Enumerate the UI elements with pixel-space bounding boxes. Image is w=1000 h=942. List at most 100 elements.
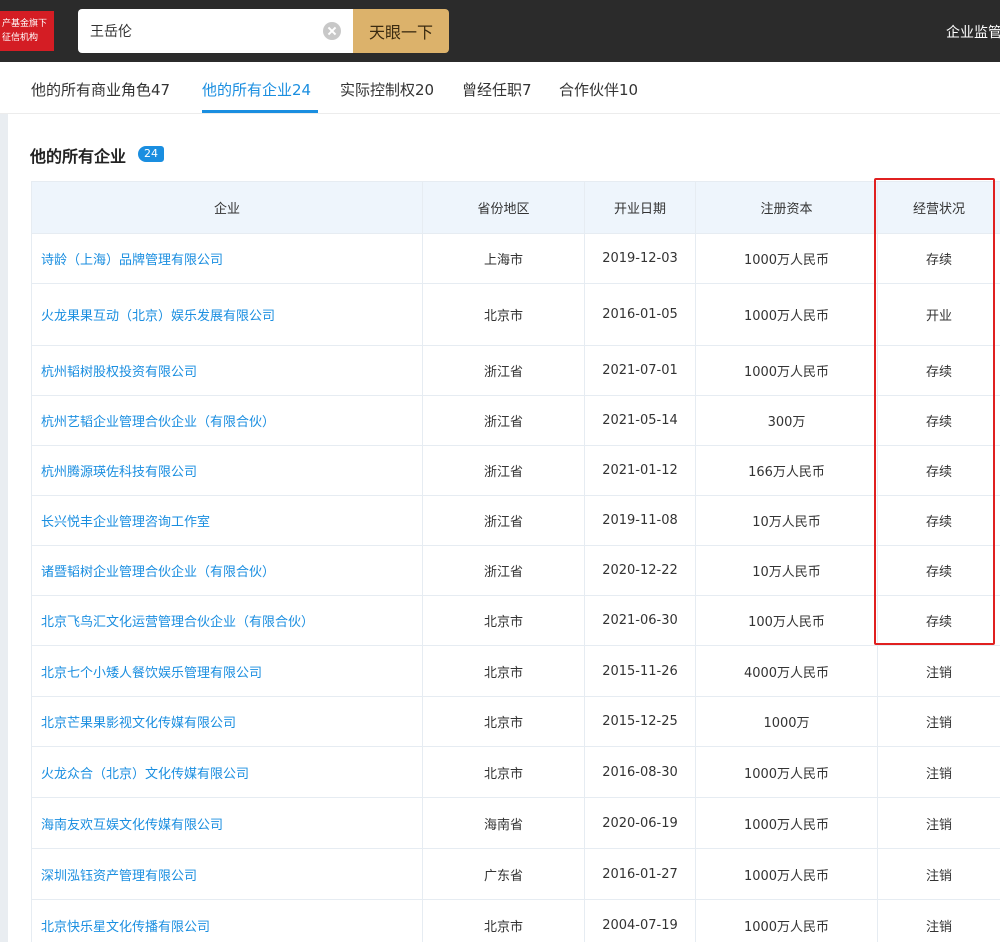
company-link[interactable]: 诗龄（上海）品牌管理有限公司 <box>31 233 423 284</box>
status-cell: 注销 <box>877 645 1000 697</box>
capital-cell: 1000万人民币 <box>695 899 878 942</box>
company-link[interactable]: 长兴悦丰企业管理咨询工作室 <box>31 495 423 546</box>
status-cell: 注销 <box>877 848 1000 900</box>
open-date-cell: 2021-01-12 <box>584 445 696 496</box>
table-row: 火龙果果互动（北京）娱乐发展有限公司 北京市 2016-01-05 1000万人民币开… <box>31 283 1000 346</box>
open-date-cell: 2015-12-25 <box>584 696 696 747</box>
table-row: 杭州韬树股权投资有限公司 浙江省 2021-07-01 1000万人民币 存续 <box>31 345 1000 396</box>
open-date-cell: 2015-11-26 <box>584 645 696 697</box>
search-box <box>78 9 353 53</box>
companies-table: 企业 省份地区 开业日期 注册资本 经营状况 诗龄（上海）品牌管理有限公司 上海市… <box>31 181 1000 942</box>
region-cell: 北京市 <box>422 645 585 697</box>
company-link[interactable]: 杭州艺韬企业管理合伙企业（有限合伙） <box>31 395 423 446</box>
open-date-cell: 2019-12-03 <box>584 233 696 284</box>
company-link[interactable]: 海南友欢互娱文化传媒有限公司 <box>31 797 423 849</box>
tab-bar: 他的所有商业角色47 他的所有企业24 实际控制权20 曾经任职7 合作伙伴10 <box>0 62 1000 114</box>
tab-all-companies[interactable]: 他的所有企业24 <box>202 79 311 100</box>
capital-cell: 1000万人民币 <box>695 233 878 284</box>
tab-partners[interactable]: 合作伙伴10 <box>559 79 638 100</box>
companies-table-wrap: 企业 省份地区 开业日期 注册资本 经营状况 诗龄（上海）品牌管理有限公司 上海市… <box>31 181 1000 942</box>
company-link[interactable]: 北京芒果果影视文化传媒有限公司 <box>31 696 423 747</box>
search-input[interactable] <box>78 9 308 53</box>
region-cell: 北京市 <box>422 696 585 747</box>
capital-cell: 1000万人民币 <box>695 345 878 396</box>
status-cell: 开业 <box>877 283 1000 346</box>
table-row: 诗龄（上海）品牌管理有限公司 上海市 2019-12-03 1000万人民币 存续 <box>31 233 1000 284</box>
tab-former-positions[interactable]: 曾经任职7 <box>462 79 532 100</box>
tab-all-business-roles[interactable]: 他的所有商业角色47 <box>31 79 170 100</box>
open-date-cell: 2020-12-22 <box>584 545 696 596</box>
open-date-cell: 2019-11-08 <box>584 495 696 546</box>
open-date-cell: 2016-01-27 <box>584 848 696 900</box>
status-cell: 存续 <box>877 345 1000 396</box>
search-button[interactable]: 天眼一下 <box>353 9 449 53</box>
company-link[interactable]: 北京飞鸟汇文化运营管理合伙企业（有限合伙） <box>31 595 423 646</box>
logo-line-2: 征信机构 <box>2 33 39 43</box>
region-cell: 浙江省 <box>422 495 585 546</box>
table-row: 北京快乐星文化传播有限公司 北京市 2004-07-19 1000万人民币 注销 <box>31 899 1000 942</box>
capital-cell: 166万人民币 <box>695 445 878 496</box>
capital-cell: 1000万人民币 <box>695 746 878 798</box>
open-date-cell: 2004-07-19 <box>584 899 696 942</box>
capital-cell: 1000万人民币 <box>695 848 878 900</box>
capital-cell: 1000万 <box>695 696 878 747</box>
region-cell: 北京市 <box>422 595 585 646</box>
region-cell: 北京市 <box>422 746 585 798</box>
status-cell: 存续 <box>877 395 1000 446</box>
region-cell: 北京市 <box>422 899 585 942</box>
capital-cell: 300万 <box>695 395 878 446</box>
tab-actual-control[interactable]: 实际控制权20 <box>340 79 434 100</box>
table-row: 杭州艺韬企业管理合伙企业（有限合伙） 浙江省 2021-05-14 300万 存续 <box>31 395 1000 446</box>
capital-cell: 1000万人民币 <box>695 283 878 346</box>
open-date-cell: 2021-07-01 <box>584 345 696 396</box>
company-link[interactable]: 杭州韬树股权投资有限公司 <box>31 345 423 396</box>
table-row: 杭州腾源瑛佐科技有限公司 浙江省 2021-01-12 166万人民币 存续 <box>31 445 1000 496</box>
header-open-date: 开业日期 <box>584 181 696 234</box>
table-header-row: 企业 省份地区 开业日期 注册资本 经营状况 <box>31 181 1000 234</box>
logo-line-1: 产基金旗下 <box>2 19 48 29</box>
nav-enterprise-supervision[interactable]: 企业监管 <box>946 22 1000 42</box>
header-company: 企业 <box>31 181 423 234</box>
left-gutter <box>0 114 8 942</box>
region-cell: 北京市 <box>422 283 585 346</box>
capital-cell: 10万人民币 <box>695 495 878 546</box>
status-cell: 存续 <box>877 445 1000 496</box>
capital-cell: 4000万人民币 <box>695 645 878 697</box>
region-cell: 广东省 <box>422 848 585 900</box>
table-row: 海南友欢互娱文化传媒有限公司 海南省 2020-06-19 1000万人民币 注销 <box>31 797 1000 849</box>
open-date-cell: 2020-06-19 <box>584 797 696 849</box>
capital-cell: 10万人民币 <box>695 545 878 596</box>
company-link[interactable]: 深圳泓钰资产管理有限公司 <box>31 848 423 900</box>
status-cell: 存续 <box>877 595 1000 646</box>
open-date-cell: 2021-05-14 <box>584 395 696 446</box>
region-cell: 海南省 <box>422 797 585 849</box>
table-row: 北京飞鸟汇文化运营管理合伙企业（有限合伙） 北京市 2021-06-30 100万人民… <box>31 595 1000 646</box>
region-cell: 浙江省 <box>422 445 585 496</box>
active-tab-indicator <box>202 110 318 113</box>
clear-icon[interactable] <box>323 22 341 40</box>
table-row: 北京七个小矮人餐饮娱乐管理有限公司 北京市 2015-11-26 4000万人民币 注销 <box>31 645 1000 697</box>
count-badge: 24 <box>138 146 164 162</box>
status-cell: 注销 <box>877 797 1000 849</box>
header-region: 省份地区 <box>422 181 585 234</box>
region-cell: 浙江省 <box>422 395 585 446</box>
company-link[interactable]: 北京七个小矮人餐饮娱乐管理有限公司 <box>31 645 423 697</box>
table-row: 火龙众合（北京）文化传媒有限公司 北京市 2016-08-30 1000万人民币 注销 <box>31 746 1000 798</box>
capital-cell: 100万人民币 <box>695 595 878 646</box>
company-link[interactable]: 诸暨韬树企业管理合伙企业（有限合伙） <box>31 545 423 596</box>
table-row: 长兴悦丰企业管理咨询工作室 浙江省 2019-11-08 10万人民币 存续 <box>31 495 1000 546</box>
company-link[interactable]: 北京快乐星文化传播有限公司 <box>31 899 423 942</box>
region-cell: 上海市 <box>422 233 585 284</box>
company-link[interactable]: 杭州腾源瑛佐科技有限公司 <box>31 445 423 496</box>
open-date-cell: 2021-06-30 <box>584 595 696 646</box>
table-row: 诸暨韬树企业管理合伙企业（有限合伙） 浙江省 2020-12-22 10万人民币 存续 <box>31 545 1000 596</box>
table-row: 深圳泓钰资产管理有限公司 广东省 2016-01-27 1000万人民币 注销 <box>31 848 1000 900</box>
status-cell: 存续 <box>877 495 1000 546</box>
status-cell: 存续 <box>877 545 1000 596</box>
capital-cell: 1000万人民币 <box>695 797 878 849</box>
company-link[interactable]: 火龙众合（北京）文化传媒有限公司 <box>31 746 423 798</box>
open-date-cell: 2016-01-05 <box>584 283 696 346</box>
company-link[interactable]: 火龙果果互动（北京）娱乐发展有限公司 <box>31 283 423 346</box>
section-title: 他的所有企业 <box>30 147 127 166</box>
brand-logo[interactable]: 产基金旗下 征信机构 <box>0 11 54 51</box>
